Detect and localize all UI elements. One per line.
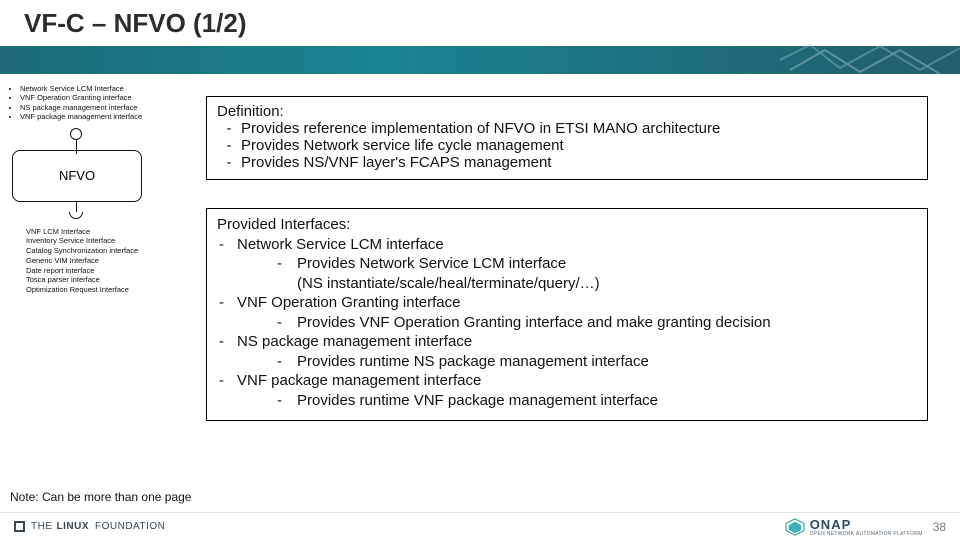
square-icon: [14, 521, 25, 532]
list-item: VNF Operation Granting interface: [20, 93, 200, 102]
required-interface-icon: [68, 201, 84, 223]
definition-box: Definition: -Provides reference implemen…: [206, 96, 928, 180]
list-item: Inventory Service Interface: [26, 236, 200, 246]
list-item: Network Service LCM Interface: [20, 84, 200, 93]
slide-title: VF-C – NFVO (1/2): [24, 8, 246, 39]
list-item: Date report interface: [26, 266, 200, 276]
list-item: VNF package management interface: [20, 112, 200, 121]
band-pattern-icon: [780, 40, 960, 80]
page-number: 38: [933, 520, 946, 534]
component-box: NFVO: [12, 150, 142, 202]
footnote: Note: Can be more than one page: [10, 490, 191, 504]
list-item: NS package management interface: [20, 103, 200, 112]
definition-heading: Definition:: [217, 103, 917, 120]
pi-item-name: NS package management interface: [237, 332, 472, 352]
list-item: Generic VIM Interface: [26, 256, 200, 266]
right-column: Definition: -Provides reference implemen…: [206, 96, 928, 421]
pi-item-name: VNF Operation Granting interface: [237, 293, 460, 313]
required-interface-list: VNF LCM Interface Inventory Service Inte…: [26, 227, 200, 295]
provided-heading: Provided Interfaces:: [217, 215, 917, 235]
linux-foundation-logo: THE LINUX FOUNDATION: [14, 521, 165, 532]
pi-item-sub: (NS instantiate/scale/heal/terminate/que…: [217, 274, 917, 294]
onap-mark-icon: [784, 518, 806, 536]
list-item: Optimization Request Interface: [26, 285, 200, 295]
component-label: NFVO: [59, 168, 95, 183]
pi-item-name: Network Service LCM interface: [237, 235, 444, 255]
pi-item-name: VNF package management interface: [237, 371, 481, 391]
left-column: Network Service LCM Interface VNF Operat…: [6, 84, 200, 295]
pi-item-sub: Provides runtime VNF package management …: [297, 391, 658, 411]
list-item: VNF LCM Interface: [26, 227, 200, 237]
slide: VF-C – NFVO (1/2) Network Service LCM In…: [0, 0, 960, 540]
onap-logo: ONAP OPEN NETWORK AUTOMATION PLATFORM: [784, 517, 923, 537]
provided-interface-icon: [68, 128, 84, 152]
definition-item: Provides reference implementation of NFV…: [241, 120, 720, 137]
definition-item: Provides NS/VNF layer's FCAPS management: [241, 154, 551, 171]
definition-item: Provides Network service life cycle mana…: [241, 137, 564, 154]
pi-item-sub: Provides Network Service LCM interface: [297, 254, 566, 274]
list-item: Catalog Synchronization interface: [26, 246, 200, 256]
pi-item-sub: Provides VNF Operation Granting interfac…: [297, 313, 771, 333]
provided-interfaces-box: Provided Interfaces: -Network Service LC…: [206, 208, 928, 421]
pi-item-sub: Provides runtime NS package management i…: [297, 352, 649, 372]
provided-interface-bullets: Network Service LCM Interface VNF Operat…: [20, 84, 200, 122]
title-band: [0, 46, 960, 74]
list-item: Tosca parser interface: [26, 275, 200, 285]
footer: THE LINUX FOUNDATION ONAP OPEN NETWORK A…: [0, 512, 960, 540]
